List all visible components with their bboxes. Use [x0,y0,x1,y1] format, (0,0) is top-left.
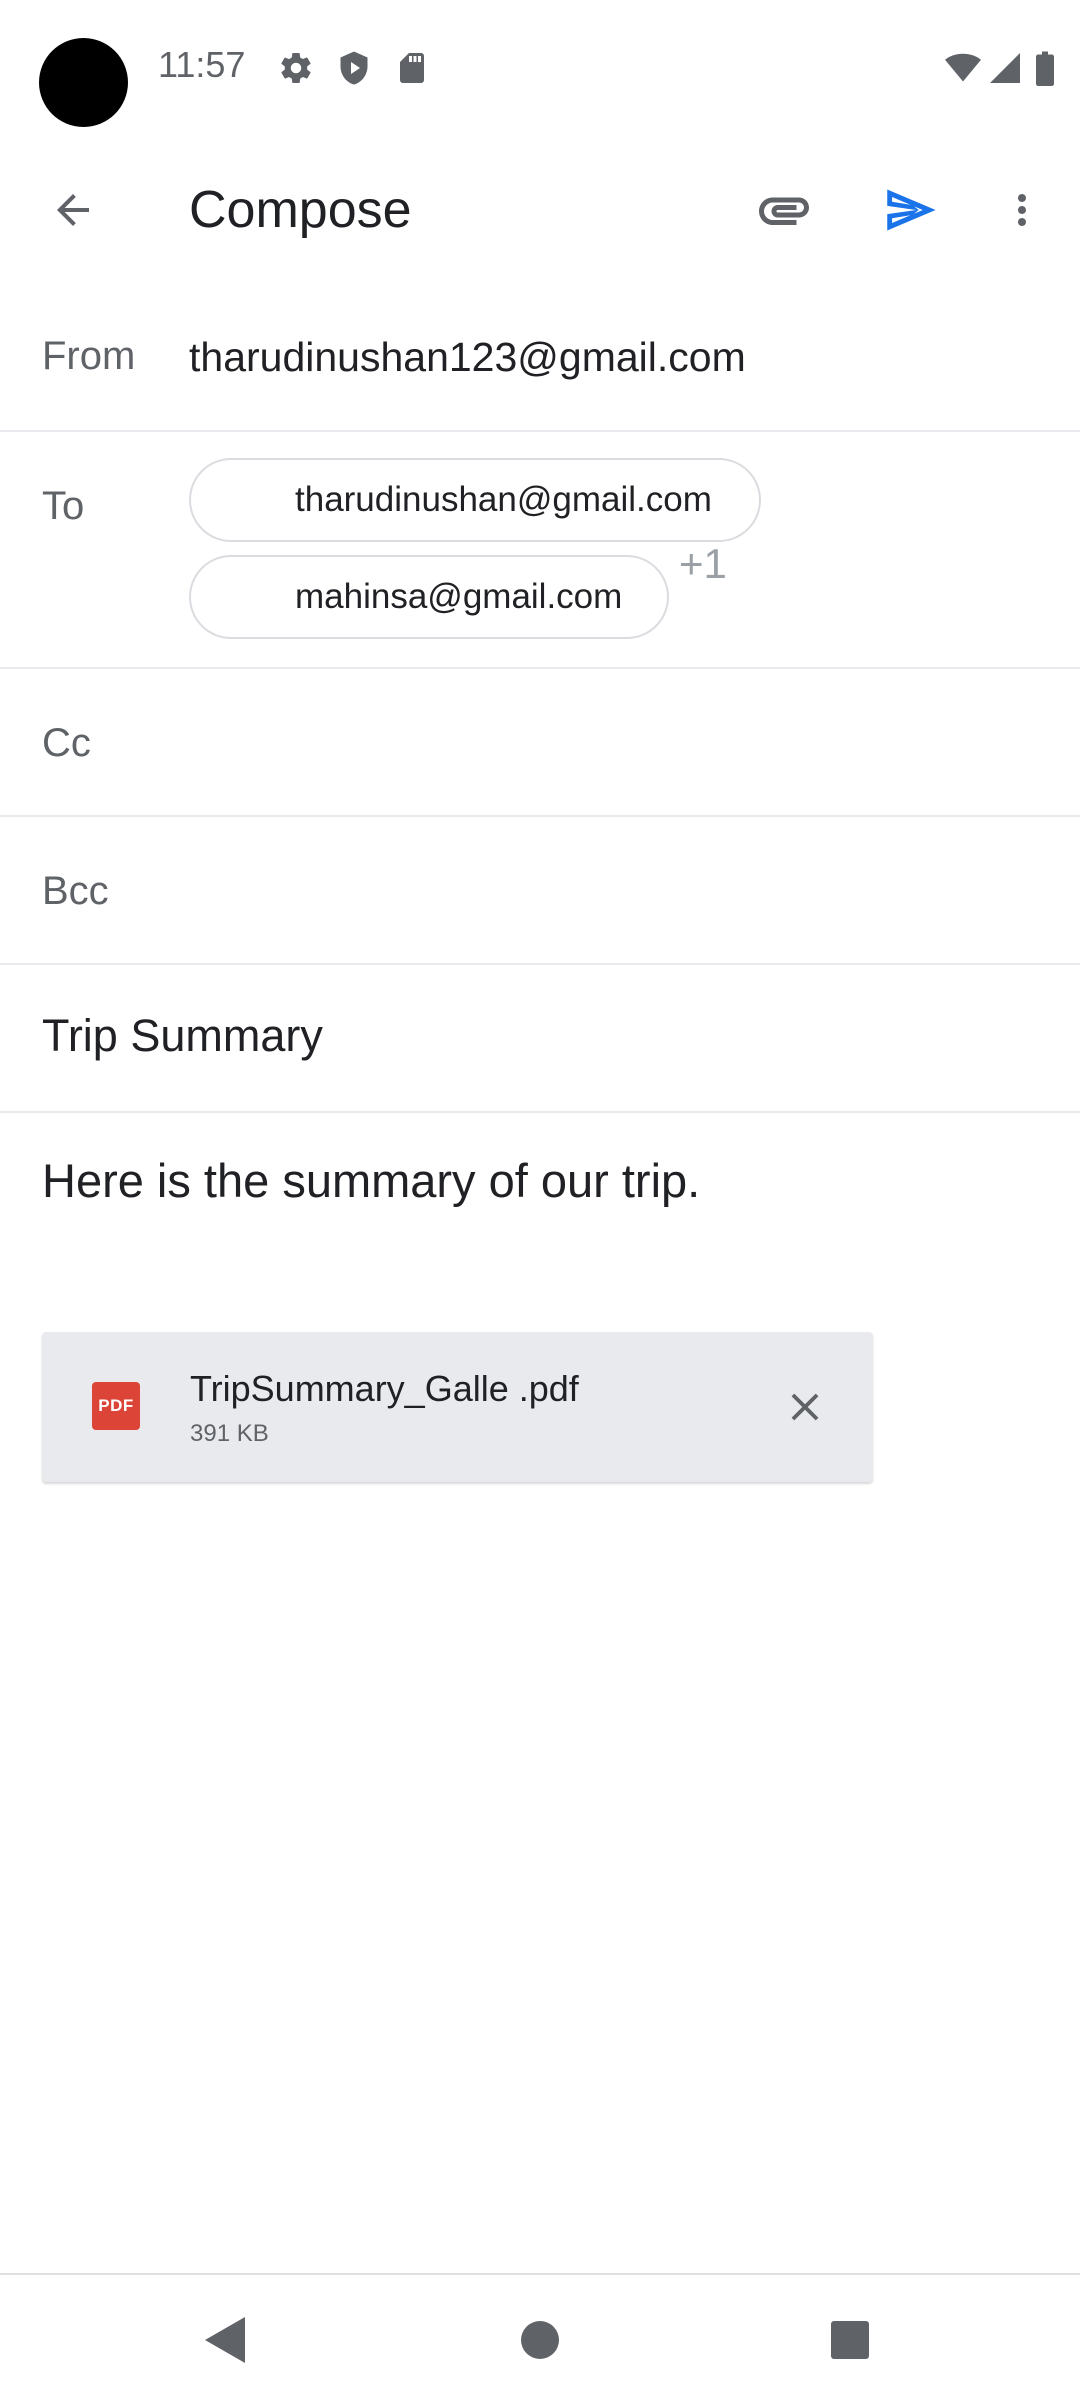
status-time: 11:57 [158,44,246,85]
from-row[interactable]: From tharudinushan123@gmail.com [0,288,1080,432]
remove-attachment-button[interactable] [770,1372,840,1442]
arrow-left-icon [57,194,89,226]
back-button[interactable] [37,174,109,246]
system-nav-bar [0,2273,1080,2400]
wifi-icon [943,50,983,86]
nav-recents-button[interactable] [815,2305,885,2375]
attachment-size: 391 KB [190,1420,269,1447]
app-bar: Compose [0,150,1080,270]
battery-icon [1035,50,1059,86]
cc-label: Cc [42,721,91,765]
bcc-label: Bcc [42,869,109,913]
shield-icon [336,50,372,86]
gear-icon [278,50,314,86]
attachment-name: TripSummary_Galle .pdf [190,1368,579,1409]
sd-card-icon [394,50,430,86]
paperclip-icon [759,197,809,225]
recipient-chip[interactable]: mahinsa@gmail.com [189,555,669,639]
send-button[interactable] [873,174,945,246]
nav-home-button[interactable] [505,2305,575,2375]
more-vert-icon [1018,194,1026,226]
page-title: Compose [189,181,412,239]
to-label: To [42,484,85,528]
cc-row[interactable]: Cc [0,669,1080,817]
back-triangle-icon [205,2317,245,2363]
recipient-email: mahinsa@gmail.com [295,577,623,616]
status-bar: 11:57 [0,0,1080,140]
attachment-card[interactable]: PDF TripSummary_Galle .pdf 391 KB [42,1332,873,1482]
signal-icon [987,50,1023,86]
close-icon [791,1393,819,1421]
pdf-icon: PDF [92,1382,140,1430]
recipient-email: tharudinushan@gmail.com [295,480,712,519]
from-label: From [42,334,136,378]
home-circle-icon [521,2321,559,2359]
more-recipients-count[interactable]: +1 [679,540,727,588]
more-options-button[interactable] [986,174,1058,246]
bcc-row[interactable]: Bcc [0,817,1080,965]
body-field[interactable]: Here is the summary of our trip. [42,1153,700,1208]
send-icon [887,189,936,231]
from-value: tharudinushan123@gmail.com [189,334,746,380]
recipient-chip[interactable]: tharudinushan@gmail.com [189,458,761,542]
recents-square-icon [831,2321,869,2359]
subject-field[interactable]: Trip Summary [42,1010,323,1062]
attach-button[interactable] [748,174,820,246]
nav-back-button[interactable] [190,2305,260,2375]
camera-cutout [39,38,128,127]
